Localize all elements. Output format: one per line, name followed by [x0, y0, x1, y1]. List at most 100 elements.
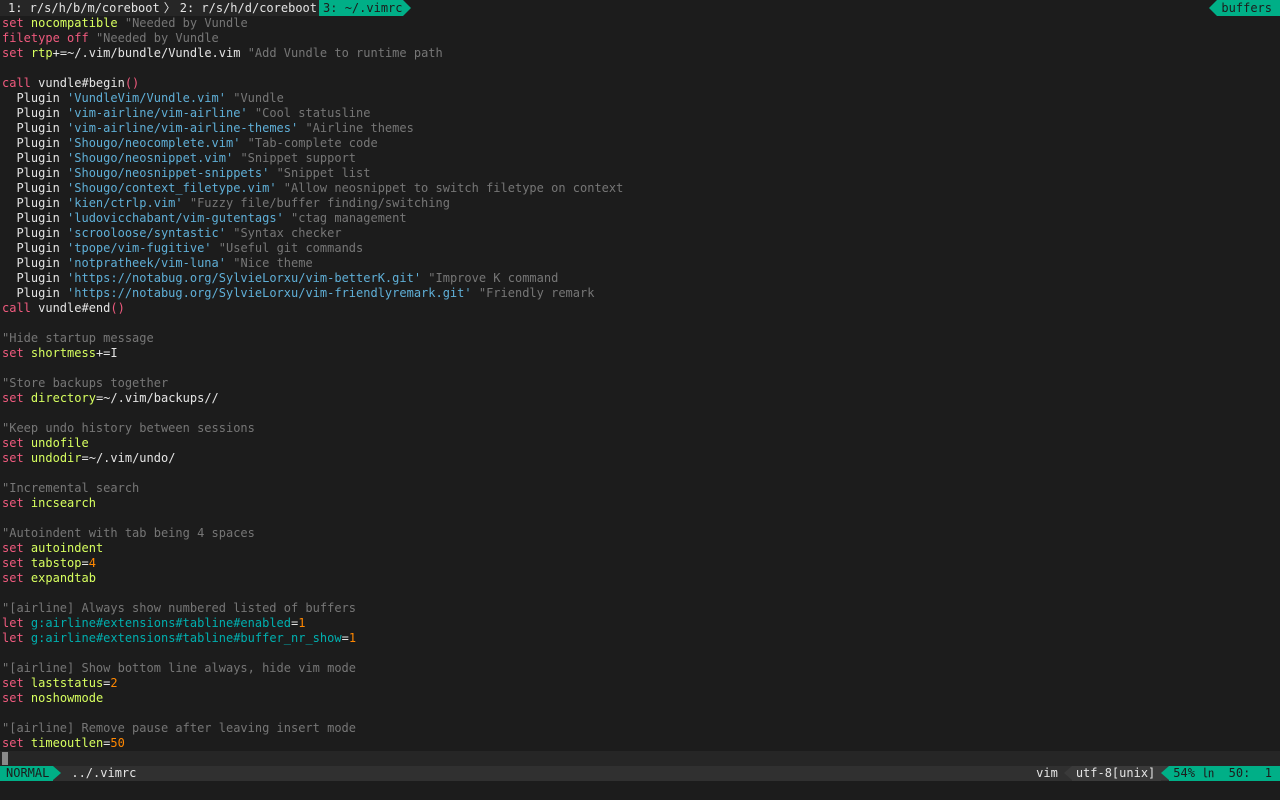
code-token: Plugin [2, 226, 68, 240]
code-token: = [341, 631, 349, 645]
buffer-tab-3-active[interactable]: 3: ~/.vimrc [319, 0, 403, 16]
code-token: Plugin [2, 286, 68, 300]
code-token: set [2, 16, 24, 30]
code-token: g:airline#extensions#tabline#enabled [30, 616, 292, 630]
code-token: nocompatible [30, 16, 118, 30]
code-line: "[airline] Always show numbered listed o… [2, 601, 1278, 616]
code-line: set directory=~/.vim/backups// [2, 391, 1278, 406]
buffer-tabline: 1: r/s/h/b/m/coreboot 〉 2: r/s/h/d/coreb… [0, 0, 1280, 16]
buffer-tab-2[interactable]: 2: r/s/h/d/coreboot [179, 0, 318, 16]
code-line: "Autoindent with tab being 4 spaces [2, 526, 1278, 541]
code-token: Plugin [2, 181, 68, 195]
code-line: let g:airline#extensions#tabline#enabled… [2, 616, 1278, 631]
code-token: =~/.vim/backups// [95, 391, 219, 405]
code-token: 1 [298, 616, 306, 630]
code-token: filetype [2, 31, 60, 45]
code-line: Plugin 'ludovicchabant/vim-gutentags' "c… [2, 211, 1278, 226]
code-token: 4 [88, 556, 96, 570]
buffers-label: buffers [1217, 0, 1280, 16]
code-token: 'Shougo/context_filetype.vim' [67, 181, 277, 195]
code-line: set incsearch [2, 496, 1278, 511]
code-token: 'https://notabug.org/SylvieLorxu/vim-bet… [67, 271, 422, 285]
code-token: Plugin [2, 136, 68, 150]
command-line[interactable] [0, 781, 1280, 800]
code-token: set [2, 451, 24, 465]
powerline-arrow-left-icon [1209, 0, 1218, 16]
editor-text-area[interactable]: set nocompatible "Needed by Vundle filety… [2, 16, 1278, 751]
code-token: 'Shougo/neocomplete.vim' [67, 136, 241, 150]
code-line: set shortmess+=I [2, 346, 1278, 361]
code-token: "Needed by Vundle [124, 16, 248, 30]
code-token: =~/.vim/undo/ [81, 451, 176, 465]
code-token: set [2, 496, 24, 510]
code-token: "Snippet support [240, 151, 357, 165]
code-line: "[airline] Remove pause after leaving in… [2, 721, 1278, 736]
code-token: "Autoindent with tab being 4 spaces [2, 526, 255, 540]
code-token: 'https://notabug.org/SylvieLorxu/vim-fri… [67, 286, 472, 300]
code-line: call vundle#begin() [2, 76, 1278, 91]
code-token: set [2, 391, 24, 405]
code-token: Plugin [2, 241, 68, 255]
code-token: 1 [348, 631, 357, 645]
code-token: "Nice theme [233, 256, 313, 270]
code-token: call [2, 301, 31, 315]
code-token: undodir [30, 451, 82, 465]
code-token: Plugin [2, 166, 68, 180]
code-token: "Add Vundle to runtime path [247, 46, 443, 60]
code-line: Plugin 'vim-airline/vim-airline' "Cool s… [2, 106, 1278, 121]
code-token: set [2, 541, 24, 555]
code-token: "Hide startup message [2, 331, 154, 345]
code-token: Plugin [2, 151, 68, 165]
code-line: set laststatus=2 [2, 676, 1278, 691]
powerline-arrow-icon [53, 766, 62, 780]
code-token: "Keep undo history between sessions [2, 421, 255, 435]
code-token: "Tab-complete code [247, 136, 378, 150]
code-token: 'Shougo/neosnippet-snippets' [67, 166, 270, 180]
code-line: Plugin 'https://notabug.org/SylvieLorxu/… [2, 286, 1278, 301]
code-line: Plugin 'Shougo/neosnippet.vim' "Snippet … [2, 151, 1278, 166]
code-token: noshowmode [30, 691, 104, 705]
code-line: Plugin 'https://notabug.org/SylvieLorxu/… [2, 271, 1278, 286]
code-token: "[airline] Show bottom line always, hide… [2, 661, 357, 675]
powerline-arrow-left-icon [1161, 766, 1170, 780]
file-encoding: utf-8[unix] [1071, 766, 1162, 781]
code-token: set [2, 736, 24, 750]
code-line: Plugin 'Shougo/context_filetype.vim' "Al… [2, 181, 1278, 196]
code-token: 50 [110, 736, 125, 750]
code-line: call vundle#end() [2, 301, 1278, 316]
code-line: let g:airline#extensions#tabline#buffer_… [2, 631, 1278, 646]
code-token: "Vundle [233, 91, 284, 105]
code-token: "Allow neosnippet to switch filetype on … [283, 181, 624, 195]
code-line: "[airline] Show bottom line always, hide… [2, 661, 1278, 676]
code-token: () [110, 301, 125, 315]
code-token: let [2, 631, 24, 645]
code-token: off [67, 31, 89, 45]
buffer-tab-1[interactable]: 1: r/s/h/b/m/coreboot [0, 0, 160, 16]
code-token: set [2, 571, 24, 585]
code-token: g:airline#extensions#tabline#buffer_nr_s… [30, 631, 342, 645]
code-line: Plugin 'vim-airline/vim-airline-themes' … [2, 121, 1278, 136]
code-token: "[airline] Always show numbered listed o… [2, 601, 357, 615]
code-line: "Incremental search [2, 481, 1278, 496]
code-token: set [2, 676, 24, 690]
code-token: "Syntax checker [233, 226, 342, 240]
statusline: NORMAL ../.vimrc vim utf-8[unix] 54% ㏑ 5… [0, 766, 1280, 781]
